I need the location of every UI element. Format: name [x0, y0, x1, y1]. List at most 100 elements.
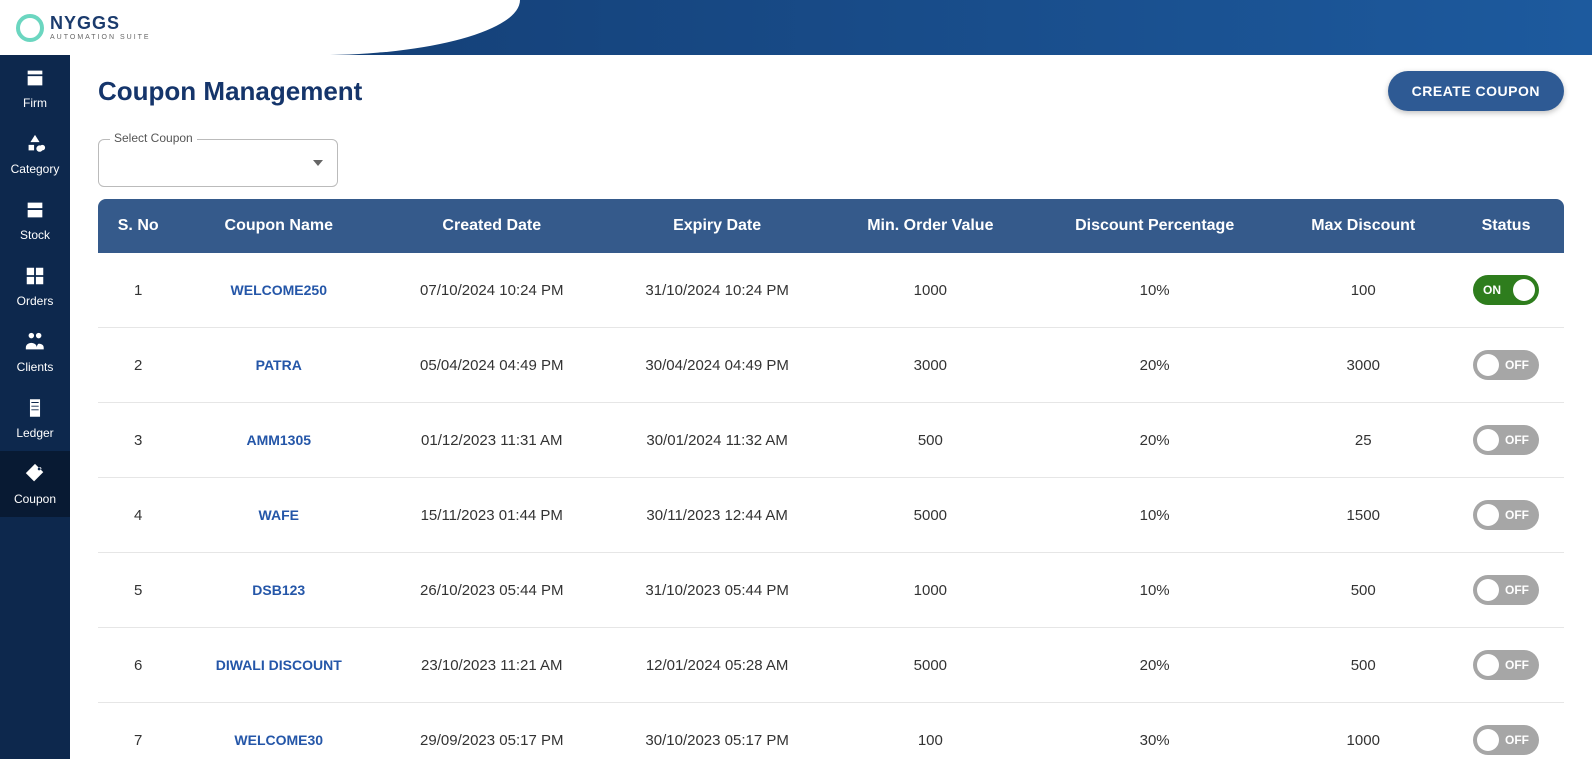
coupon-icon	[24, 463, 46, 492]
sidebar-item-label: Firm	[23, 96, 47, 110]
main-header: Coupon Management CREATE COUPON	[98, 71, 1564, 111]
sidebar-item-orders[interactable]: Orders	[0, 253, 70, 319]
cell: 30/10/2023 05:17 PM	[604, 703, 829, 759]
create-coupon-button[interactable]: CREATE COUPON	[1388, 71, 1564, 111]
cell: 31/10/2023 05:44 PM	[604, 553, 829, 628]
coupon-name-link[interactable]: DSB123	[178, 553, 379, 628]
cell: 29/09/2023 05:17 PM	[379, 703, 604, 759]
sidebar: Firm Category Stock Orders Clients Ledger Coup…	[0, 55, 70, 759]
cell: 6	[98, 628, 178, 703]
status-toggle[interactable]: OFF	[1473, 425, 1539, 455]
cell: 23/10/2023 11:21 AM	[379, 628, 604, 703]
col-header: Expiry Date	[604, 199, 829, 253]
coupon-name-link[interactable]: WELCOME30	[178, 703, 379, 759]
cell: 7	[98, 703, 178, 759]
col-header: Status	[1448, 199, 1564, 253]
status-cell: OFF	[1448, 478, 1564, 553]
table-row: 1WELCOME25007/10/2024 10:24 PM31/10/2024…	[98, 253, 1564, 328]
toggle-knob	[1477, 504, 1499, 526]
logo[interactable]: NYGGS AUTOMATION SUITE	[16, 14, 151, 42]
cell: 30/04/2024 04:49 PM	[604, 328, 829, 403]
status-cell: OFF	[1448, 553, 1564, 628]
table-row: 6DIWALI DISCOUNT23/10/2023 11:21 AM12/01…	[98, 628, 1564, 703]
category-icon	[24, 133, 46, 162]
cell: 20%	[1031, 328, 1279, 403]
status-cell: ON	[1448, 253, 1564, 328]
page-title: Coupon Management	[98, 76, 362, 107]
status-toggle[interactable]: OFF	[1473, 350, 1539, 380]
cell: 500	[830, 403, 1031, 478]
cell: 1000	[830, 553, 1031, 628]
status-toggle[interactable]: OFF	[1473, 650, 1539, 680]
sidebar-item-label: Clients	[17, 360, 54, 374]
topbar: NYGGS AUTOMATION SUITE	[0, 0, 1592, 55]
toggle-knob	[1513, 279, 1535, 301]
coupon-table: S. NoCoupon NameCreated DateExpiry DateM…	[98, 199, 1564, 759]
table-body: 1WELCOME25007/10/2024 10:24 PM31/10/2024…	[98, 253, 1564, 759]
sidebar-item-label: Ledger	[16, 426, 53, 440]
cell: 01/12/2023 11:31 AM	[379, 403, 604, 478]
cell: 5	[98, 553, 178, 628]
col-header: S. No	[98, 199, 178, 253]
table-row: 2PATRA05/04/2024 04:49 PM30/04/2024 04:4…	[98, 328, 1564, 403]
sidebar-item-coupon[interactable]: Coupon	[0, 451, 70, 517]
sidebar-item-label: Stock	[20, 228, 50, 242]
main-content: Coupon Management CREATE COUPON Select C…	[70, 55, 1592, 759]
cell: 5000	[830, 628, 1031, 703]
cell: 1	[98, 253, 178, 328]
orders-icon	[24, 265, 46, 294]
cell: 05/04/2024 04:49 PM	[379, 328, 604, 403]
clients-icon	[24, 331, 46, 360]
sidebar-item-firm[interactable]: Firm	[0, 55, 70, 121]
status-cell: OFF	[1448, 628, 1564, 703]
stock-icon	[24, 199, 46, 228]
status-toggle[interactable]: ON	[1473, 275, 1539, 305]
cell: 1000	[1278, 703, 1448, 759]
coupon-name-link[interactable]: WELCOME250	[178, 253, 379, 328]
toggle-label: OFF	[1505, 583, 1529, 597]
cell: 30/01/2024 11:32 AM	[604, 403, 829, 478]
table-row: 3AMM130501/12/2023 11:31 AM30/01/2024 11…	[98, 403, 1564, 478]
logo-name: NYGGS	[50, 14, 151, 32]
ledger-icon	[24, 397, 46, 426]
status-cell: OFF	[1448, 403, 1564, 478]
cell: 12/01/2024 05:28 AM	[604, 628, 829, 703]
sidebar-item-category[interactable]: Category	[0, 121, 70, 187]
col-header: Coupon Name	[178, 199, 379, 253]
sidebar-item-label: Orders	[17, 294, 54, 308]
select-coupon-dropdown[interactable]	[98, 139, 338, 187]
toggle-label: OFF	[1505, 733, 1529, 747]
cell: 20%	[1031, 628, 1279, 703]
toggle-label: OFF	[1505, 358, 1529, 372]
col-header: Max Discount	[1278, 199, 1448, 253]
status-toggle[interactable]: OFF	[1473, 575, 1539, 605]
status-toggle[interactable]: OFF	[1473, 725, 1539, 755]
cell: 07/10/2024 10:24 PM	[379, 253, 604, 328]
cell: 3	[98, 403, 178, 478]
col-header: Created Date	[379, 199, 604, 253]
sidebar-item-stock[interactable]: Stock	[0, 187, 70, 253]
table-row: 7WELCOME3029/09/2023 05:17 PM30/10/2023 …	[98, 703, 1564, 759]
cell: 100	[830, 703, 1031, 759]
status-toggle[interactable]: OFF	[1473, 500, 1539, 530]
cell: 15/11/2023 01:44 PM	[379, 478, 604, 553]
coupon-name-link[interactable]: PATRA	[178, 328, 379, 403]
cell: 30%	[1031, 703, 1279, 759]
table-head: S. NoCoupon NameCreated DateExpiry DateM…	[98, 199, 1564, 253]
toggle-label: ON	[1483, 283, 1501, 297]
logo-tagline: AUTOMATION SUITE	[50, 34, 151, 41]
cell: 3000	[830, 328, 1031, 403]
sidebar-item-ledger[interactable]: Ledger	[0, 385, 70, 451]
cell: 10%	[1031, 478, 1279, 553]
coupon-name-link[interactable]: AMM1305	[178, 403, 379, 478]
cell: 4	[98, 478, 178, 553]
coupon-name-link[interactable]: DIWALI DISCOUNT	[178, 628, 379, 703]
cell: 1500	[1278, 478, 1448, 553]
coupon-name-link[interactable]: WAFE	[178, 478, 379, 553]
cell: 500	[1278, 628, 1448, 703]
toggle-knob	[1477, 429, 1499, 451]
cell: 5000	[830, 478, 1031, 553]
col-header: Min. Order Value	[830, 199, 1031, 253]
sidebar-item-clients[interactable]: Clients	[0, 319, 70, 385]
table-row: 5DSB12326/10/2023 05:44 PM31/10/2023 05:…	[98, 553, 1564, 628]
